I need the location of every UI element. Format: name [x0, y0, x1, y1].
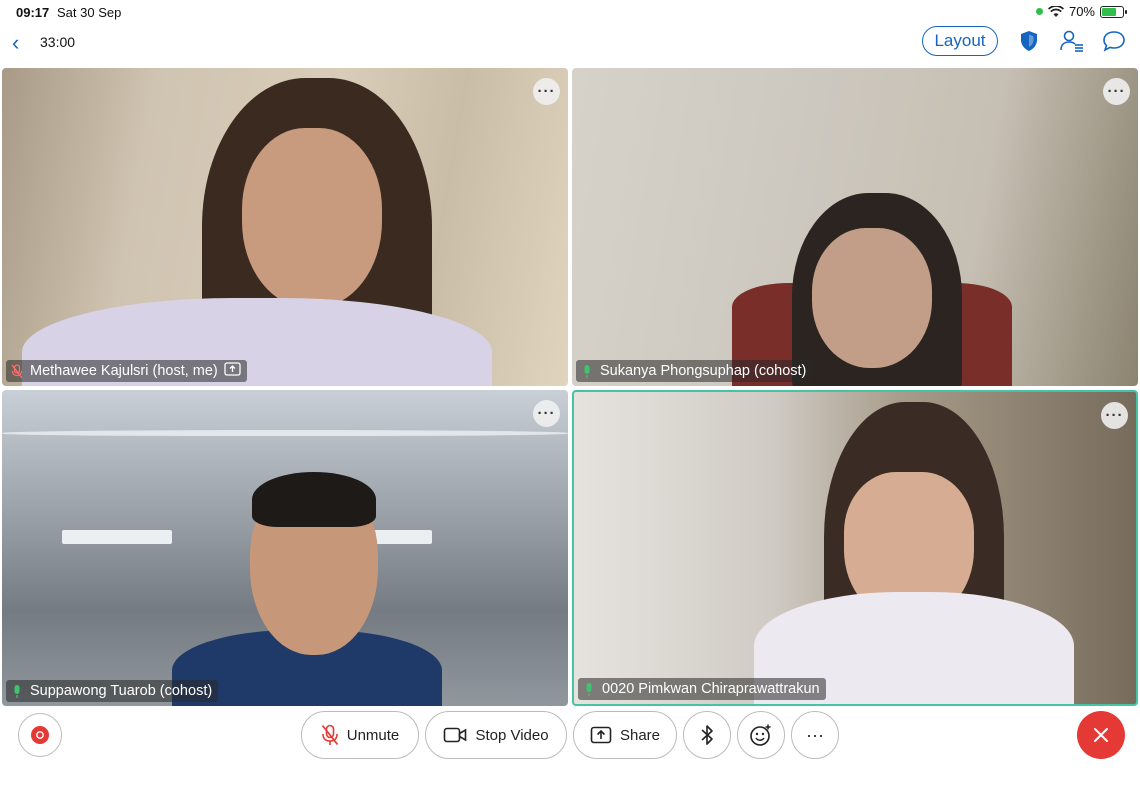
- battery-percent: 70%: [1068, 4, 1095, 19]
- end-call-button[interactable]: [1077, 711, 1125, 759]
- reactions-button[interactable]: [737, 711, 785, 759]
- stop-video-label: Stop Video: [475, 726, 549, 744]
- video-tile[interactable]: ··· Sukanya Phongsuphap (cohost): [572, 68, 1138, 386]
- emoji-icon: [750, 724, 771, 746]
- tile-more-button[interactable]: ···: [1103, 78, 1130, 105]
- share-button[interactable]: Share: [573, 711, 677, 759]
- bluetooth-icon: [701, 725, 713, 745]
- bluetooth-button[interactable]: [683, 711, 731, 759]
- back-chevron-icon[interactable]: ‹: [12, 30, 19, 56]
- participant-name-label: 0020 Pimkwan Chiraprawattrakun: [578, 678, 826, 700]
- status-time: 09:17: [16, 5, 50, 20]
- more-options-button[interactable]: ···: [791, 711, 839, 759]
- battery-icon: [1100, 5, 1127, 18]
- video-tile[interactable]: ··· Methawee Kajulsri (host, me): [2, 68, 568, 386]
- meeting-timer: 33:00: [40, 34, 76, 50]
- wifi-icon: [1047, 5, 1064, 17]
- tile-more-button[interactable]: ···: [533, 400, 560, 427]
- share-screen-icon: [590, 726, 612, 744]
- chat-bubble-icon[interactable]: [1101, 28, 1127, 54]
- close-icon: [1094, 728, 1108, 742]
- security-shield-icon[interactable]: [1016, 28, 1042, 54]
- participant-name: Suppawong Tuarob (cohost): [30, 683, 213, 699]
- record-button[interactable]: [18, 713, 62, 757]
- participant-name-label: Methawee Kajulsri (host, me): [6, 360, 247, 382]
- tile-more-button[interactable]: ···: [533, 78, 560, 105]
- meeting-toolbar: Unmute Stop Video Share ···: [0, 708, 1140, 792]
- status-date: Sat 30 Sep: [57, 5, 122, 20]
- participant-name: Sukanya Phongsuphap (cohost): [600, 363, 807, 379]
- meeting-header: ‹ 33:00 Layout: [0, 24, 1140, 64]
- video-tile-active-speaker[interactable]: ··· 0020 Pimkwan Chiraprawattrakun: [572, 390, 1138, 706]
- video-camera-icon: [444, 727, 467, 743]
- participant-name: Methawee Kajulsri (host, me): [30, 363, 218, 379]
- stop-video-button[interactable]: Stop Video: [425, 711, 567, 759]
- mic-icon: [10, 683, 24, 699]
- record-icon: [31, 726, 49, 744]
- participant-name-label: Sukanya Phongsuphap (cohost): [576, 360, 813, 382]
- unmute-label: Unmute: [346, 726, 400, 744]
- camera-indicator-icon: [1035, 8, 1043, 15]
- unmute-button[interactable]: Unmute: [301, 711, 419, 759]
- participant-name: 0020 Pimkwan Chiraprawattrakun: [602, 681, 820, 697]
- layout-button[interactable]: Layout: [922, 26, 998, 56]
- mic-icon: [580, 363, 594, 379]
- status-bar: 09:17 Sat 30 Sep 70%: [0, 0, 1140, 24]
- participant-name-label: Suppawong Tuarob (cohost): [6, 680, 219, 702]
- muted-mic-icon: [10, 363, 24, 379]
- muted-mic-icon: [321, 724, 338, 746]
- share-label: Share: [619, 726, 661, 744]
- mic-icon: [582, 681, 596, 697]
- video-tile[interactable]: ··· Suppawong Tuarob (cohost): [2, 390, 568, 706]
- participants-icon[interactable]: [1059, 28, 1085, 54]
- more-label: ···: [806, 724, 824, 745]
- status-right: 70%: [1035, 4, 1127, 19]
- tile-more-button[interactable]: ···: [1101, 402, 1128, 429]
- sharing-icon: [224, 362, 241, 380]
